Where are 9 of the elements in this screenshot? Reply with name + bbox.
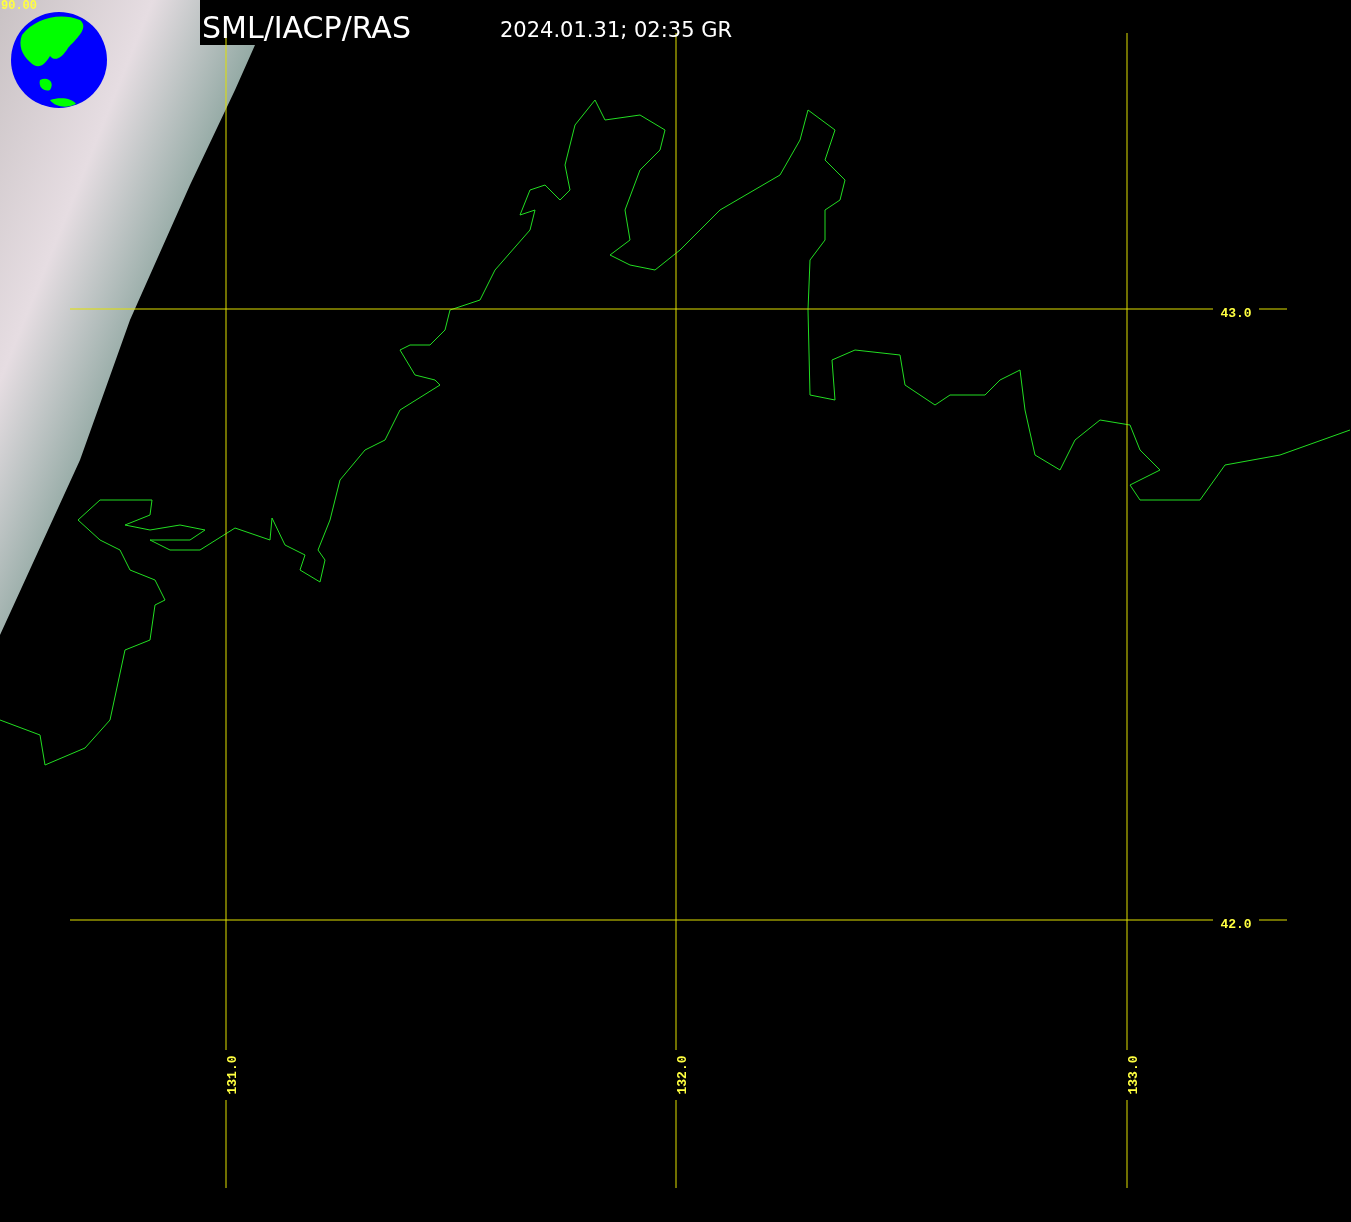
timestamp: 2024.01.31; 02:35 GR bbox=[500, 18, 733, 42]
station-title: SML/IACP/RAS bbox=[202, 10, 411, 45]
corner-label: 90.00 bbox=[1, 0, 37, 13]
longitude-label: 132.0 bbox=[675, 1055, 690, 1095]
longitude-label: 131.0 bbox=[225, 1055, 240, 1095]
longitude-label: 133.0 bbox=[1126, 1055, 1141, 1095]
globe-icon bbox=[11, 12, 107, 108]
latitude-label: 43.0 bbox=[1220, 306, 1252, 321]
latitude-label: 42.0 bbox=[1220, 917, 1252, 932]
